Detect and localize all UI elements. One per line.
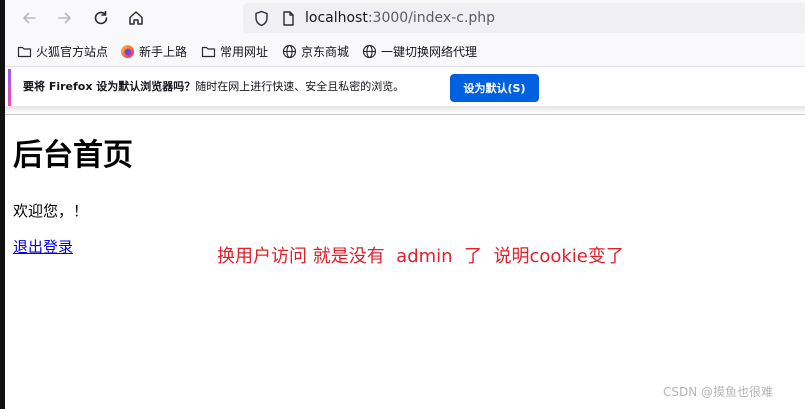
notification-question: 设为默认浏览器吗？ [92,80,196,93]
globe-icon [362,44,377,58]
url-path: :3000/index-c.php [367,10,496,26]
home-icon [129,11,143,25]
bookmark-label: 新手上路 [139,44,188,59]
forward-button[interactable] [53,6,77,30]
folder-icon [17,46,32,57]
folder-icon [201,46,216,57]
globe-icon [282,44,297,58]
red-annotation: 换用户访问 就是没有 admin 了 说明cookie变了 [217,246,624,267]
bookmark-label: 常用网址 [220,44,269,59]
home-button[interactable] [124,6,148,30]
back-button[interactable] [17,6,41,30]
logout-link[interactable]: 退出登录 [13,237,73,257]
bookmarks-toolbar: 火狐官方站点 新手上路 常用网址 京东商城 一键切换网络代理 [5,36,805,67]
reload-icon [94,10,108,25]
notification-brand: Firefox [48,80,93,93]
notification-body: 随时在网上进行快速、安全且私密的浏览。 [195,80,405,93]
notification-prefix: 要将 [23,80,49,93]
page-title: 后台首页 [13,138,133,173]
forward-arrow-icon [58,12,71,24]
notification-divider [5,106,805,115]
bookmark-firefox-official[interactable]: 火狐官方站点 [17,42,108,60]
bookmark-jd-mall[interactable]: 京东商城 [282,42,349,60]
notification-message: 要将 Firefox 设为默认浏览器吗？随时在网上进行快速、安全且私密的浏览。 [23,80,404,94]
bookmark-label: 一键切换网络代理 [381,44,478,59]
bookmark-label: 火狐官方站点 [36,44,109,59]
csdn-watermark: CSDN @摸鱼也很难 [663,385,774,399]
browser-window: localhost:3000/index-c.php 火狐官方站点 新手上路 常… [0,0,805,409]
reload-button[interactable] [89,6,113,30]
bookmark-proxy-switch[interactable]: 一键切换网络代理 [362,42,477,60]
url-bar[interactable]: localhost:3000/index-c.php [243,3,805,33]
default-browser-notification: 要将 Firefox 设为默认浏览器吗？随时在网上进行快速、安全且私密的浏览。 … [8,69,805,106]
set-default-button[interactable]: 设为默认(S) [450,74,539,102]
bookmark-getting-started[interactable]: 新手上路 [120,42,187,60]
url-text[interactable]: localhost:3000/index-c.php [305,8,495,28]
welcome-text: 欢迎您，！ [13,202,89,220]
url-host: localhost [305,10,368,26]
bookmark-common-sites[interactable]: 常用网址 [201,42,268,60]
page-icon[interactable] [280,10,297,27]
back-arrow-icon [23,12,36,24]
firefox-icon [121,44,134,58]
bookmark-label: 京东商城 [301,44,350,59]
browser-toolbar: localhost:3000/index-c.php [5,0,805,36]
shield-icon[interactable] [253,10,270,27]
